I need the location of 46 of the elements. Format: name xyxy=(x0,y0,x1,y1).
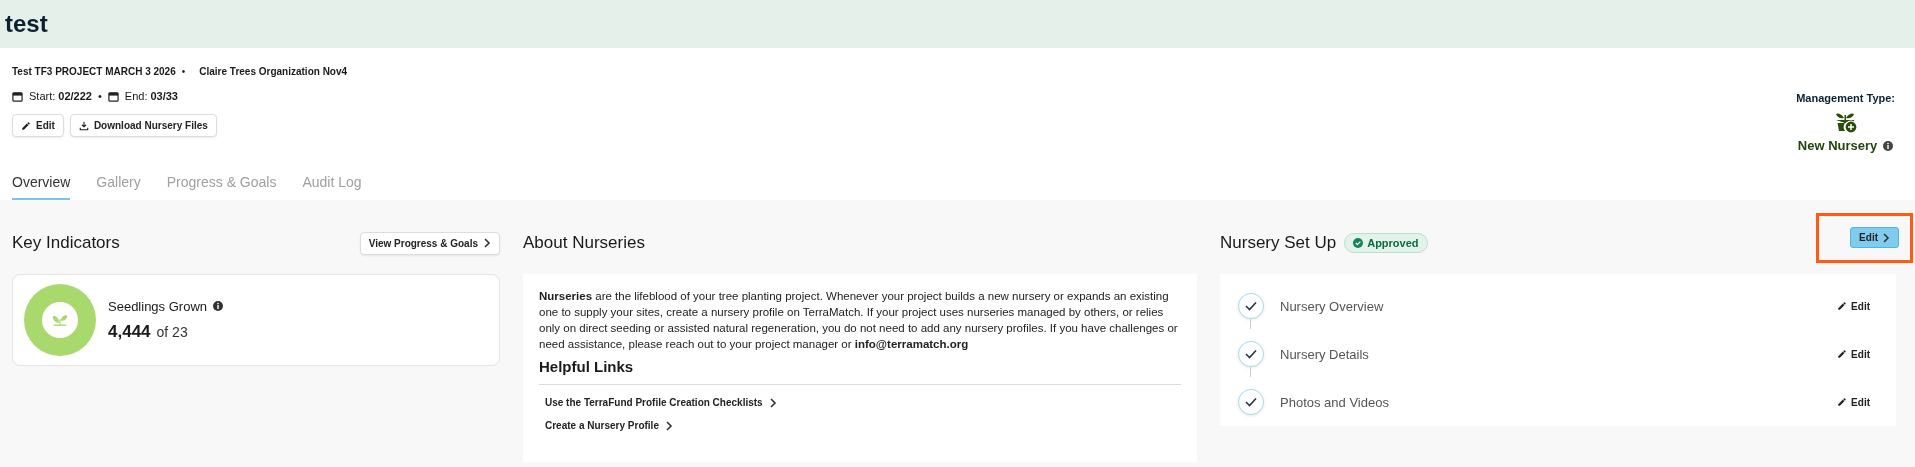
download-button[interactable]: Download Nursery Files xyxy=(69,114,217,137)
chevron-right-icon xyxy=(1882,232,1890,243)
download-icon xyxy=(78,120,89,131)
section-title: Key Indicators xyxy=(12,233,120,253)
management-type-label: Management Type: xyxy=(1796,92,1895,104)
status-badge: Approved xyxy=(1344,233,1428,253)
view-progress-button[interactable]: View Progress & Goals xyxy=(359,231,500,255)
pencil-icon xyxy=(21,120,31,131)
chevron-right-icon xyxy=(664,420,673,431)
step-label: Nursery Overview xyxy=(1280,298,1384,314)
indicator-label: Seedlings Grown xyxy=(108,298,207,314)
separator-dot: • xyxy=(97,90,102,102)
organization-name: Claire Trees Organization Nov4 xyxy=(199,66,348,77)
about-paragraph: Nurseries are the lifeblood of your tree planting project. Whenever your project builds a new nursery or expands an existing one to supply your sites, create a nursery profile on TerraMatch. If your project uses nurseries managed by others, or relies only on direct seeding or assisted natural regeneration, you do not need to add any nursery profiles. If you have challenges or need assistance, please reach out to your project manager or info@terramatch.org xyxy=(539,289,1179,352)
pencil-icon xyxy=(1837,349,1848,359)
edit-button[interactable]: Edit xyxy=(12,114,64,137)
calendar-icon xyxy=(12,90,23,102)
edit-button[interactable]: Edit xyxy=(1850,227,1899,248)
step-label: Photos and Videos xyxy=(1280,394,1389,410)
calendar-icon xyxy=(107,90,119,102)
pencil-icon xyxy=(1837,397,1848,407)
project-name: Test TF3 PROJECT MARCH 3 2026 xyxy=(12,66,176,77)
chevron-right-icon xyxy=(483,238,491,248)
step-edit-button[interactable]: Edit xyxy=(1831,395,1876,409)
end-label: End: xyxy=(124,90,148,102)
helpful-link[interactable]: Use the TerraFund Profile Creation Checklists xyxy=(545,397,777,408)
chevron-right-icon xyxy=(768,397,777,408)
indicator-value: 4,444 xyxy=(108,321,151,342)
info-icon xyxy=(213,301,223,311)
step-edit-button[interactable]: Edit xyxy=(1831,347,1876,361)
helpful-links-heading: Helpful Links xyxy=(539,358,1181,385)
indicator-target: of 23 xyxy=(156,323,188,340)
page-title: test xyxy=(5,10,48,38)
info-icon xyxy=(1883,140,1894,151)
check-circle-icon xyxy=(1353,238,1364,248)
section-title: Nursery Set Up xyxy=(1220,233,1337,253)
separator-dot: • xyxy=(181,66,186,77)
start-date: 02/222 xyxy=(58,90,92,102)
management-type-value: New Nursery xyxy=(1797,138,1878,153)
start-label: Start: xyxy=(29,90,56,102)
helpful-link[interactable]: Create a Nursery Profile xyxy=(545,420,673,431)
end-date: 03/33 xyxy=(150,90,178,102)
section-title: About Nurseries xyxy=(523,233,645,253)
pencil-icon xyxy=(1837,301,1848,311)
step-label: Nursery Details xyxy=(1280,346,1369,362)
step-edit-button[interactable]: Edit xyxy=(1831,299,1876,313)
